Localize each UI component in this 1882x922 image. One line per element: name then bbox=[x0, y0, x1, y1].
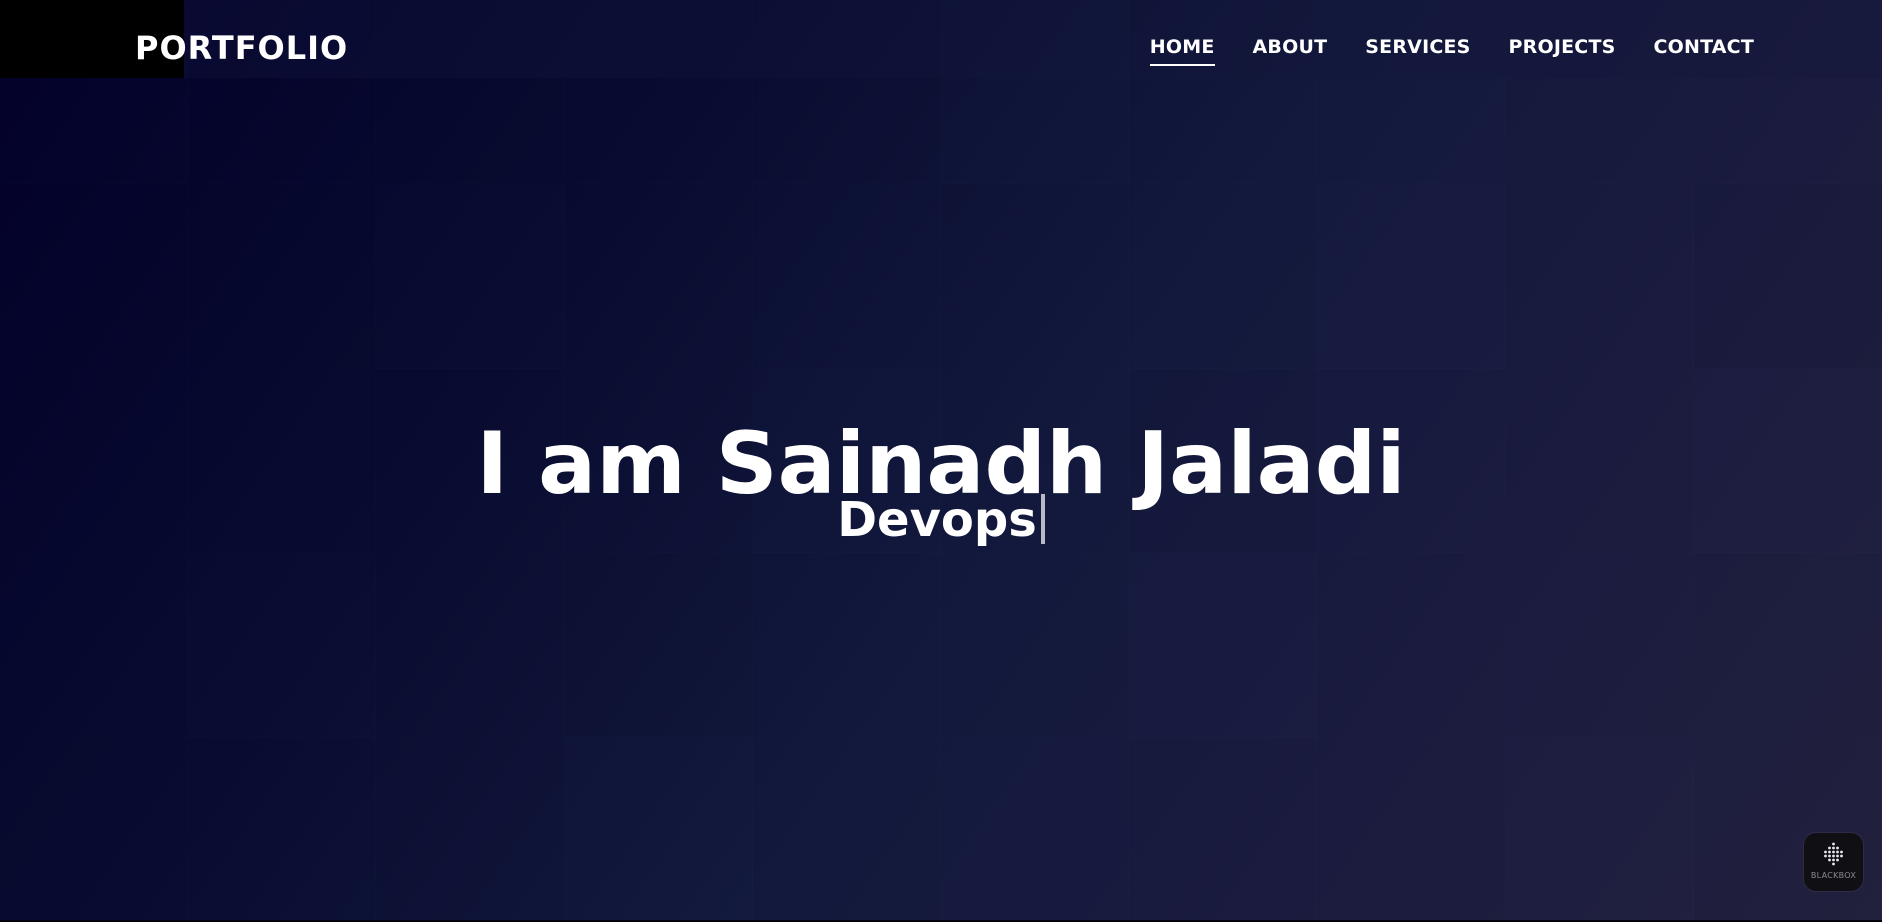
background-tile bbox=[0, 553, 188, 737]
background-tile bbox=[753, 738, 941, 922]
background-tile bbox=[1694, 553, 1882, 737]
nav-projects-link[interactable]: PROJECTS bbox=[1509, 36, 1616, 64]
background-tile bbox=[1129, 553, 1317, 737]
background-tile bbox=[376, 184, 564, 368]
typed-text: Devops bbox=[837, 492, 1037, 548]
background-tile bbox=[941, 553, 1129, 737]
nav-home-link[interactable]: HOME bbox=[1149, 36, 1215, 66]
nav-contact-link[interactable]: CONTACT bbox=[1654, 36, 1755, 64]
main-nav: HOME ABOUT SERVICES PROJECTS CONTACT bbox=[1149, 36, 1755, 66]
background-tile bbox=[1506, 738, 1694, 922]
widget-label: BLACKBOX bbox=[1810, 871, 1857, 880]
background-tile bbox=[188, 184, 376, 368]
background-tile bbox=[188, 553, 376, 737]
hero-typed-subtitle: Devops bbox=[0, 490, 1882, 550]
blackbox-widget-button[interactable]: BLACKBOX bbox=[1804, 833, 1863, 891]
background-tile bbox=[1506, 184, 1694, 368]
background-tile bbox=[753, 184, 941, 368]
background-tile bbox=[1506, 553, 1694, 737]
background-tile bbox=[565, 184, 753, 368]
logo[interactable]: PORTFOLIO bbox=[135, 26, 348, 70]
background-tile bbox=[753, 553, 941, 737]
background-tile bbox=[564, 553, 753, 738]
typing-cursor bbox=[1040, 494, 1045, 544]
nav-services-link[interactable]: SERVICES bbox=[1365, 36, 1470, 64]
background-tile bbox=[376, 553, 564, 737]
background-tile bbox=[941, 184, 1129, 368]
background-tile bbox=[565, 738, 753, 922]
background-tile bbox=[0, 737, 189, 922]
background-tile bbox=[1317, 553, 1505, 737]
background-tile bbox=[376, 738, 564, 922]
background-tile bbox=[1129, 738, 1317, 922]
background-tile bbox=[1694, 738, 1882, 922]
site-header: PORTFOLIO HOME ABOUT SERVICES PROJECTS C… bbox=[0, 0, 1882, 78]
background-tile bbox=[1129, 184, 1317, 368]
blackbox-icon bbox=[1824, 842, 1843, 866]
background-tile bbox=[1317, 184, 1505, 368]
background-tile bbox=[0, 184, 188, 368]
background-tile bbox=[941, 738, 1129, 922]
nav-about-link[interactable]: ABOUT bbox=[1253, 36, 1328, 64]
background-tile bbox=[1693, 184, 1882, 369]
background-tile bbox=[1317, 738, 1505, 922]
background-tile bbox=[188, 738, 376, 922]
